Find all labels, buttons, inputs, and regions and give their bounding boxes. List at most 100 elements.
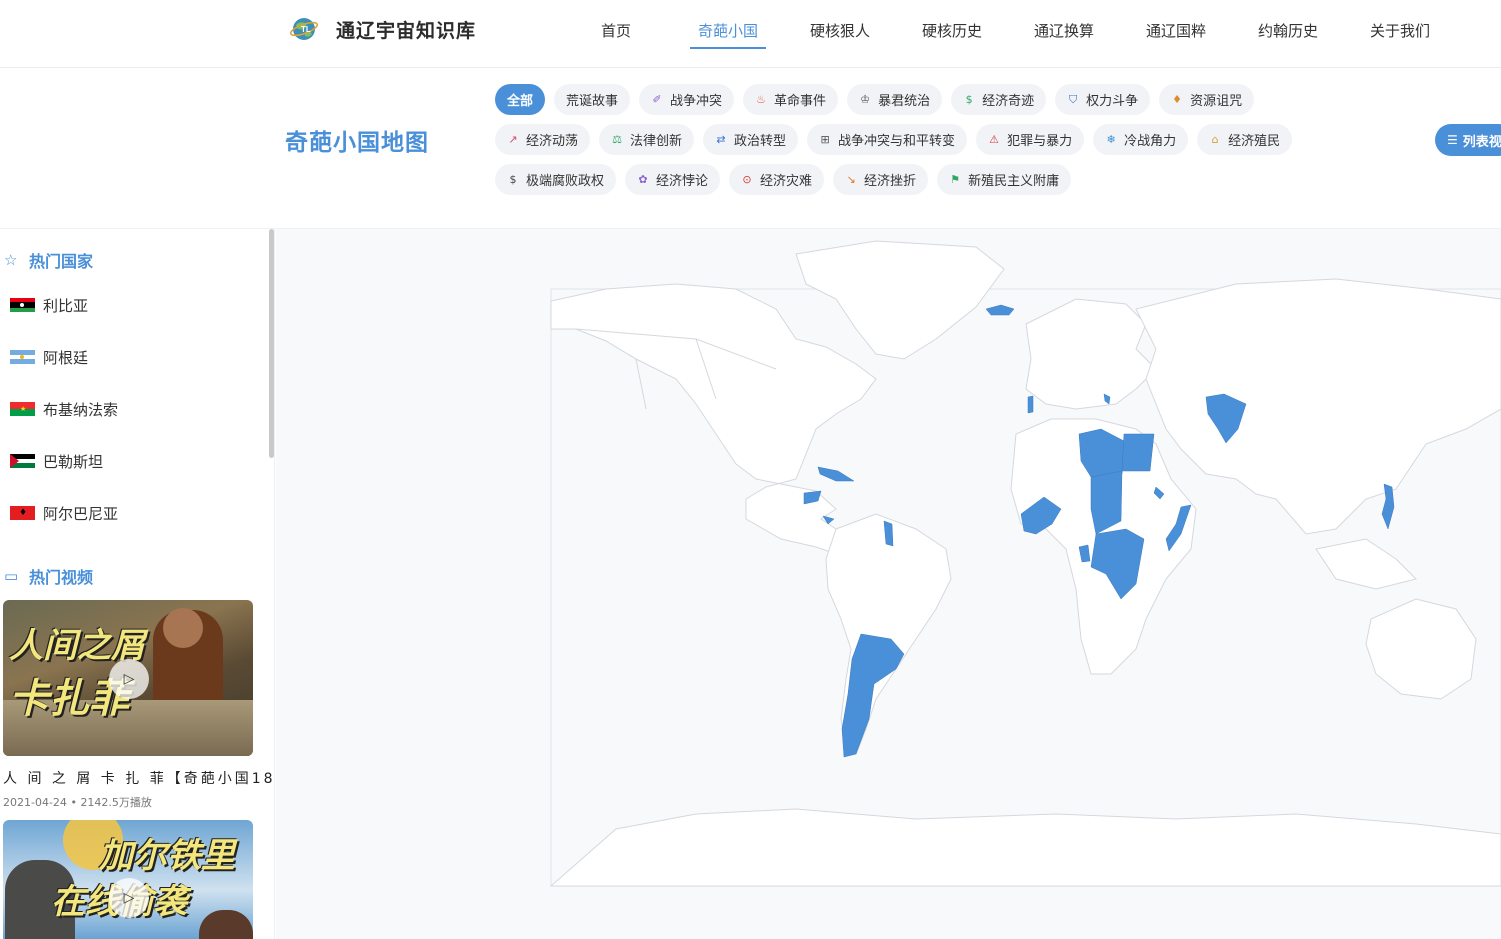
filter-tag[interactable]: 荒诞故事	[554, 84, 631, 115]
play-icon[interactable]: ▷	[109, 878, 149, 918]
video-thumbnail[interactable]: 人间之屑 卡扎菲 ▷	[3, 600, 253, 756]
filter-tag-label: 经济奇迹	[982, 94, 1035, 109]
filter-tag-label: 权力斗争	[1086, 94, 1139, 109]
sidebar: ☆ 热门国家 利比亚 阿根廷 ★ 布基纳法索 巴勒斯坦 ♦ 阿尔巴尼亚 ▭ 热门…	[0, 229, 275, 939]
filter-tag-label: 经济悖论	[656, 174, 709, 189]
filter-tag-row: 全部 荒诞故事 ✐ 战争冲突 ♨ 革命事件 ♔ 暴君统治 $ 经济奇迹 ⛉ 权力斗争 ♦ 资源诅咒	[495, 84, 1375, 116]
dollar-icon: $	[509, 173, 517, 186]
filter-tag[interactable]: ⚑ 新殖民主义附庸	[937, 164, 1072, 195]
filter-tag-row: ↗ 经济动荡 ⚖ 法律创新 ⇄ 政治转型 ⊞ 战争冲突与和平转变 ⚠ 犯罪与暴力 ❄ 冷战角力 ⌂ 经济殖…	[495, 124, 1375, 156]
filter-tag-label: 经济灾难	[760, 174, 813, 189]
video-date: 2021-04-24	[3, 796, 67, 809]
crown-icon: ♔	[860, 93, 870, 106]
filter-tag[interactable]: ✿ 经济悖论	[625, 164, 721, 195]
country-name: 巴勒斯坦	[43, 452, 104, 471]
filter-tag[interactable]: ⛉ 权力斗争	[1055, 84, 1151, 115]
trend-down-icon: ↘	[846, 173, 856, 186]
nav-hardcore-people[interactable]: 硬核狠人	[784, 0, 896, 68]
brand[interactable]: TL 通辽宇宙知识库	[290, 15, 476, 43]
filter-tag[interactable]: $ 经济奇迹	[951, 84, 1047, 115]
video-title[interactable]: 人 间 之 屑 卡 扎 菲【奇葩小国18】	[3, 768, 274, 788]
world-map-svg[interactable]	[276, 229, 1501, 939]
filter-tag-label: 战争冲突与和平转变	[838, 134, 956, 149]
region-portugal[interactable]	[1027, 395, 1034, 414]
country-item-argentina[interactable]: 阿根廷	[10, 345, 88, 369]
video-card[interactable]: 加尔铁里 在线偷袭 ▷	[3, 820, 253, 939]
region-egypt[interactable]	[1121, 433, 1155, 472]
drop-icon: ♦	[1172, 93, 1183, 106]
filter-tag[interactable]: ♔ 暴君统治	[847, 84, 943, 115]
globe-logo-icon: TL	[290, 18, 318, 40]
filter-tag-label: 新殖民主义附庸	[968, 174, 1060, 189]
filter-tag[interactable]: ♨ 革命事件	[743, 84, 839, 115]
page-title: 奇葩小国地图	[285, 130, 429, 156]
filter-tag-label: 极端腐败政权	[526, 174, 605, 189]
filter-tag[interactable]: ⇄ 政治转型	[703, 124, 799, 155]
video-icon: ▭	[4, 567, 19, 585]
filter-tag[interactable]: ↘ 经济挫折	[833, 164, 929, 195]
filter-tag[interactable]: ⚠ 犯罪与暴力	[976, 124, 1085, 155]
filter-tag-label: 战争冲突	[670, 94, 723, 109]
filter-header: 奇葩小国地图 全部 荒诞故事 ✐ 战争冲突 ♨ 革命事件 ♔ 暴君统治 $ 经济奇迹 ⛉ 权力斗争 ♦ 资…	[0, 69, 1501, 229]
list-view-button[interactable]: ☰ 列表视	[1435, 124, 1501, 156]
country-item-palestine[interactable]: 巴勒斯坦	[10, 449, 103, 473]
filter-tag[interactable]: ⚖ 法律创新	[599, 124, 695, 155]
filter-tag[interactable]: ♦ 资源诅咒	[1159, 84, 1255, 115]
region-antarctica[interactable]	[549, 808, 1501, 887]
filter-tag[interactable]: ❄ 冷战角力	[1093, 124, 1189, 155]
filter-tag-label: 全部	[507, 94, 534, 109]
bank-icon: ⌂	[1211, 133, 1219, 146]
trend-icon: ↗	[508, 133, 518, 146]
hot-videos-label: 热门视频	[29, 568, 94, 587]
nav-weird-countries[interactable]: 奇葩小国	[672, 0, 784, 68]
country-item-libya[interactable]: 利比亚	[10, 293, 88, 317]
video-card[interactable]: 人间之屑 卡扎菲 ▷ 人 间 之 屑 卡 扎 菲【奇葩小国18】 2021-04…	[3, 600, 274, 810]
albania-flag-icon: ♦	[10, 506, 35, 520]
filter-tag[interactable]: ✐ 战争冲突	[639, 84, 735, 115]
filter-tag[interactable]: $ 极端腐败政权	[495, 164, 617, 195]
palestine-flag-icon	[10, 454, 35, 468]
svg-text:TL: TL	[301, 25, 311, 34]
argentina-flag-icon	[10, 350, 35, 364]
nav-tongliao-quintessence[interactable]: 通辽国粹	[1120, 0, 1232, 68]
list-view-label: 列表视	[1462, 134, 1501, 150]
nav-about-us[interactable]: 关于我们	[1344, 0, 1456, 68]
libya-flag-icon	[10, 298, 35, 312]
shuffle-icon: ⇄	[716, 133, 726, 146]
country-name: 布基纳法索	[43, 400, 119, 419]
hot-countries-label: 热门国家	[29, 252, 94, 271]
snowflake-icon: ❄	[1106, 133, 1116, 146]
filter-tag-label: 政治转型	[734, 134, 787, 149]
filter-tag-label: 革命事件	[774, 94, 827, 109]
sidebar-scrollbar[interactable]	[269, 229, 274, 458]
filter-tag[interactable]: 全部	[495, 84, 546, 115]
filter-tag-label: 荒诞故事	[566, 94, 619, 109]
filter-tag[interactable]: ⊙ 经济灾难	[729, 164, 825, 195]
country-item-albania[interactable]: ♦ 阿尔巴尼亚	[10, 501, 118, 525]
nav-home[interactable]: 首页	[560, 0, 672, 68]
filter-tag[interactable]: ⌂ 经济殖民	[1197, 124, 1293, 155]
nav-hardcore-history[interactable]: 硬核历史	[896, 0, 1008, 68]
scale-icon: ⚖	[612, 133, 622, 146]
filter-tag-row: $ 极端腐败政权 ✿ 经济悖论 ⊙ 经济灾难 ↘ 经济挫折 ⚑ 新殖民主义附庸	[495, 164, 1375, 196]
country-item-burkina-faso[interactable]: ★ 布基纳法索	[10, 397, 118, 421]
filter-tag[interactable]: ⊞ 战争冲突与和平转变	[807, 124, 968, 155]
nav-tongliao-conversion[interactable]: 通辽换算	[1008, 0, 1120, 68]
hot-videos-title: ▭ 热门视频	[4, 564, 93, 588]
video-meta: 2021-04-24 • 2142.5万播放	[3, 794, 253, 810]
world-map[interactable]	[276, 229, 1501, 939]
alert-circle-icon: ⊙	[742, 173, 752, 186]
filter-tag-label: 经济动荡	[526, 134, 579, 149]
shield-icon: ⛉	[1068, 92, 1078, 106]
filter-tag[interactable]: ↗ 经济动荡	[495, 124, 591, 155]
star-icon: ☆	[4, 251, 18, 269]
country-name: 阿尔巴尼亚	[43, 504, 119, 523]
filter-tag-label: 经济殖民	[1228, 134, 1281, 149]
main-nav: 首页 奇葩小国 硬核狠人 硬核历史 通辽换算 通辽国粹 约翰历史 关于我们	[560, 0, 1456, 68]
top-navbar: TL 通辽宇宙知识库 首页 奇葩小国 硬核狠人 硬核历史 通辽换算 通辽国粹 约…	[0, 0, 1501, 68]
category-filter-tags: 全部 荒诞故事 ✐ 战争冲突 ♨ 革命事件 ♔ 暴君统治 $ 经济奇迹 ⛉ 权力斗争 ♦ 资源诅咒 ↗ 经济动…	[495, 84, 1375, 204]
video-thumbnail[interactable]: 加尔铁里 在线偷袭 ▷	[3, 820, 253, 939]
play-icon[interactable]: ▷	[109, 659, 149, 699]
warning-icon: ⚠	[989, 133, 999, 146]
nav-john-history[interactable]: 约翰历史	[1232, 0, 1344, 68]
